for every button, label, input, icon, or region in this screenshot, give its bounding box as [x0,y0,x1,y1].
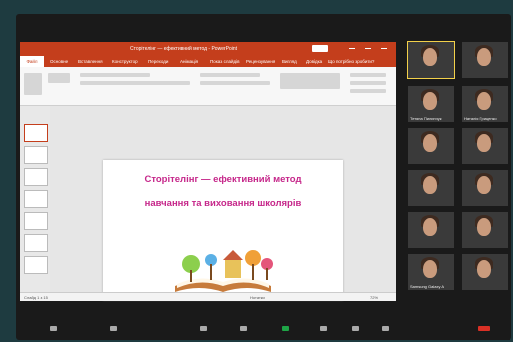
participant-name: Тетяна Пилипчук [410,116,442,121]
participant-tile[interactable]: Samsung Galaxy A [408,254,454,290]
tab-slideshow[interactable]: Показ слайдів [210,59,239,64]
chat-icon[interactable] [320,326,327,331]
slide-thumbnail[interactable] [24,212,48,230]
reactions-icon[interactable] [382,326,389,331]
slide-thumbnail[interactable] [24,168,48,186]
participant-tile[interactable]: Наталія Гриценко [462,86,508,122]
replace-button[interactable] [350,81,386,85]
zoom-level[interactable]: 72% [370,295,378,300]
end-call-icon[interactable] [478,326,490,331]
powerpoint-titlebar: Сторітелінг — ефективний метод - PowerPo… [20,42,396,56]
slide-editor: Сторітелінг — ефективний метод навчання … [50,106,396,300]
drawing-group[interactable] [280,73,340,89]
tell-me-search[interactable]: Що потрібно зробити? [328,59,374,64]
new-slide-button[interactable] [48,73,70,83]
open-book-icon [175,278,271,292]
participant-tile[interactable] [462,212,508,248]
mute-icon[interactable] [50,326,57,331]
close-button[interactable] [378,43,390,54]
notes-button[interactable]: Нотатки [250,295,265,300]
alignment-group[interactable] [200,81,270,85]
ribbon [20,67,396,106]
participant-tile[interactable] [462,42,508,78]
tab-animations[interactable]: Анімація [180,59,198,64]
slide-thumbnail[interactable] [24,124,48,142]
paragraph-group[interactable] [200,73,260,77]
book-illustration [175,250,273,292]
slide-indicator: Слайд 1 з 15 [24,295,48,300]
participant-tile[interactable] [462,254,508,290]
record-icon[interactable] [352,326,359,331]
participant-tile[interactable] [462,128,508,164]
slide-thumbnail[interactable] [24,146,48,164]
minimize-button[interactable] [346,43,358,54]
sign-in-button[interactable] [312,45,328,52]
share-screen-icon[interactable] [282,326,289,331]
font-family-select[interactable] [80,73,150,77]
ribbon-tabs: Файл Основне Вставлення Конструктор Пере… [20,56,396,67]
slide-thumbnails-pane [20,106,51,296]
participant-name: Наталія Гриценко [464,116,497,121]
tab-file[interactable]: Файл [20,56,44,67]
window-title: Сторітелінг — ефективний метод - PowerPo… [130,46,238,52]
meeting-toolbar [20,318,510,340]
tab-transitions[interactable]: Переходи [148,59,168,64]
participant-tile[interactable] [408,128,454,164]
tab-view[interactable]: Вигляд [282,59,297,64]
security-icon[interactable] [200,326,207,331]
find-button[interactable] [350,73,386,77]
current-slide[interactable]: Сторітелінг — ефективний метод навчання … [103,160,343,300]
house-icon [223,250,243,278]
tab-help[interactable]: Довідка [306,59,322,64]
participant-tile[interactable] [408,212,454,248]
slide-thumbnail[interactable] [24,256,48,274]
participant-gallery: Тетяна Пилипчук Наталія Гриценко Samsung… [407,41,511,300]
maximize-button[interactable] [362,43,374,54]
paste-button[interactable] [24,73,42,95]
participant-tile[interactable]: Тетяна Пилипчук [408,86,454,122]
slide-thumbnail[interactable] [24,234,48,252]
participant-tile[interactable] [462,170,508,206]
tab-review[interactable]: Рецензування [246,59,275,64]
slide-thumbnail[interactable] [24,190,48,208]
tab-insert[interactable]: Вставлення [78,59,103,64]
participant-name: Samsung Galaxy A [410,284,445,289]
participant-tile[interactable] [408,170,454,206]
select-button[interactable] [350,89,386,93]
video-icon[interactable] [110,326,117,331]
participant-tile[interactable] [407,41,455,79]
tab-design[interactable]: Конструктор [112,59,138,64]
shared-screen: Сторітелінг — ефективний метод - PowerPo… [20,42,396,301]
status-bar: Слайд 1 з 15 Нотатки 72% [20,292,396,301]
font-formatting-group[interactable] [80,81,190,85]
participants-icon[interactable] [240,326,247,331]
tab-home[interactable]: Основне [50,59,68,64]
